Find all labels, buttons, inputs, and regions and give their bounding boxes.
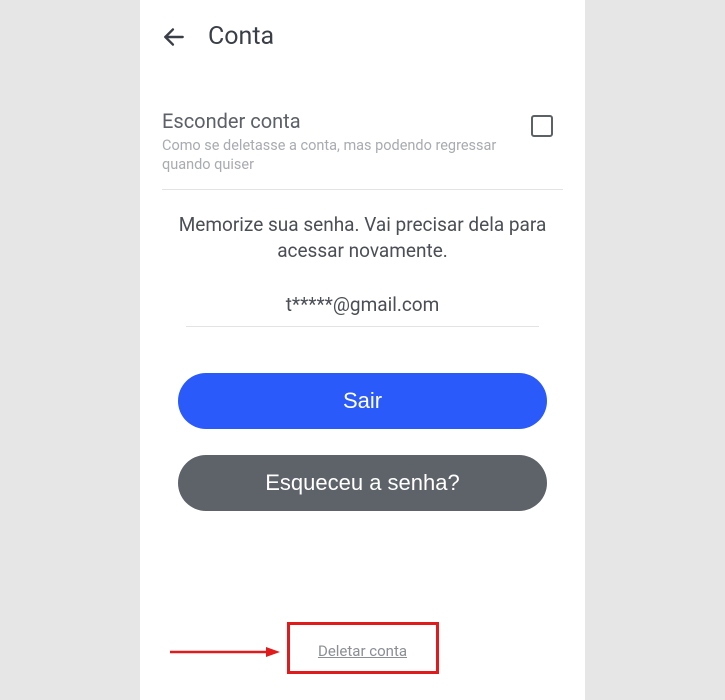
password-memo-text: Memorize sua senha. Vai precisar dela pa…	[172, 212, 553, 265]
content: Esconder conta Como se deletasse a conta…	[140, 69, 585, 511]
account-screen: Conta Esconder conta Como se deletasse a…	[140, 0, 585, 700]
hide-account-text: Esconder conta Como se deletasse a conta…	[162, 109, 531, 175]
back-arrow-icon[interactable]	[160, 23, 188, 51]
email-display: t*****@gmail.com	[186, 293, 539, 327]
sign-out-button[interactable]: Sair	[178, 373, 547, 429]
forgot-password-button[interactable]: Esqueceu a senha?	[178, 455, 547, 511]
hide-account-subtitle: Como se deletasse a conta, mas podendo r…	[162, 137, 531, 175]
hide-account-checkbox[interactable]	[531, 115, 553, 137]
hide-account-title: Esconder conta	[162, 109, 531, 133]
delete-account-link[interactable]: Deletar conta	[298, 628, 427, 674]
hide-account-row[interactable]: Esconder conta Como se deletasse a conta…	[162, 109, 563, 190]
annotation-arrow-icon	[170, 644, 280, 652]
delete-link-wrapper: Deletar conta	[298, 641, 427, 660]
page-title: Conta	[208, 22, 274, 51]
header: Conta	[140, 0, 585, 69]
